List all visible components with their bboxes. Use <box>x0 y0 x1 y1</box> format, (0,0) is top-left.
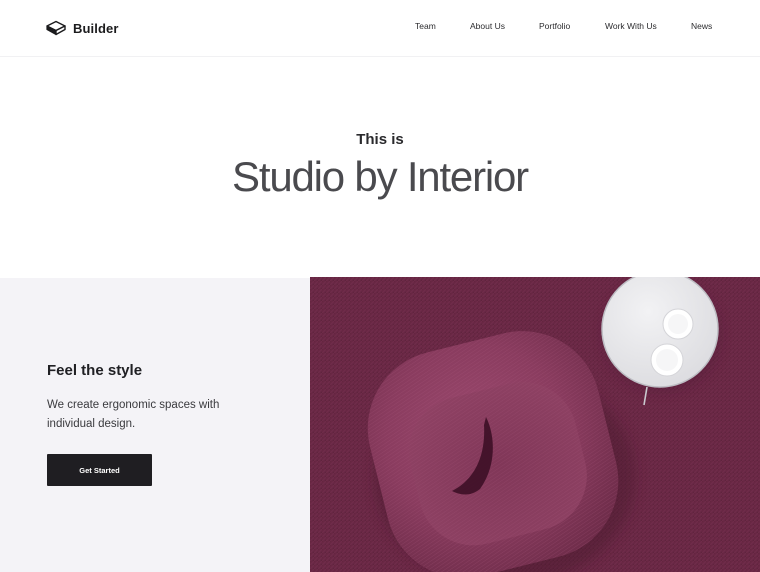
site-header: Builder Team About Us Portfolio Work Wit… <box>0 0 760 57</box>
nav-item-team[interactable]: Team <box>415 21 436 31</box>
page: Builder Team About Us Portfolio Work Wit… <box>0 0 760 572</box>
feature-title: Feel the style <box>47 362 143 379</box>
nav-item-news[interactable]: News <box>691 21 712 31</box>
hero-title: Studio by Interior <box>232 153 529 200</box>
main-nav: Team About Us Portfolio Work With Us New… <box>0 21 760 37</box>
get-started-button[interactable]: Get Started <box>47 454 152 486</box>
hero-kicker: This is <box>356 131 404 148</box>
nav-item-portfolio[interactable]: Portfolio <box>539 21 570 31</box>
feature-description: We create ergonomic spaces with individu… <box>47 399 220 430</box>
armchair-top-view-image <box>310 277 760 572</box>
nav-item-about-us[interactable]: About Us <box>470 21 505 31</box>
nav-item-work-with-us[interactable]: Work With Us <box>605 21 657 31</box>
